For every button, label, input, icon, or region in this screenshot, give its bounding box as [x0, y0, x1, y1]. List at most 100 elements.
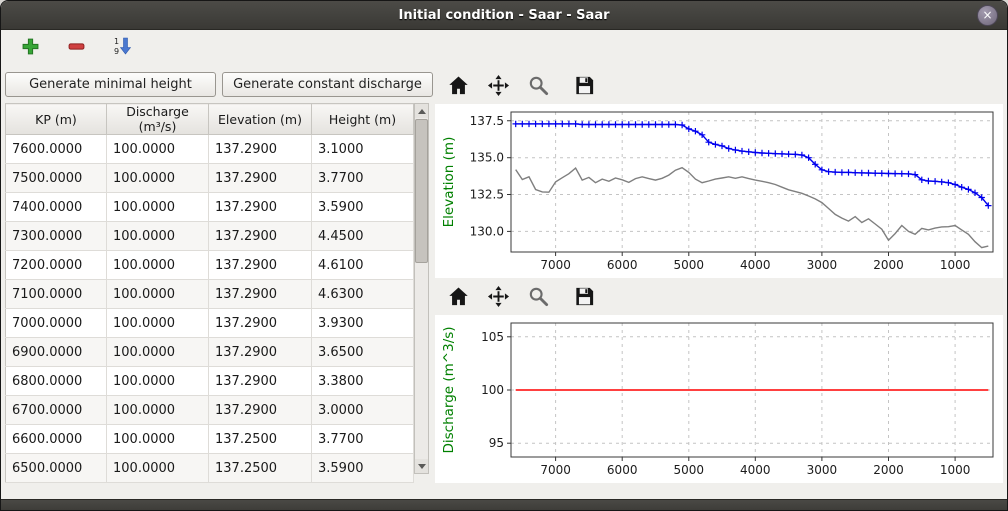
table-cell[interactable]: 6900.0000	[6, 338, 107, 367]
title-bar[interactable]: Initial condition - Saar - Saar ×	[1, 1, 1007, 30]
table-cell[interactable]: 137.2500	[209, 425, 312, 454]
table-cell[interactable]: 100.0000	[107, 164, 209, 193]
table-row[interactable]: 7200.0000100.0000137.29004.6100	[6, 251, 414, 280]
svg-text:6000: 6000	[607, 258, 638, 272]
table-cell[interactable]: 4.6300	[312, 280, 414, 309]
column-header[interactable]: Elevation (m)	[209, 104, 312, 135]
zoom-icon	[527, 74, 550, 101]
main-toolbar: 1 9	[1, 30, 1007, 66]
table-cell[interactable]: 100.0000	[107, 193, 209, 222]
table-cell[interactable]: 100.0000	[107, 222, 209, 251]
table-cell[interactable]: 137.2900	[209, 396, 312, 425]
table-cell[interactable]: 3.5900	[312, 454, 414, 483]
plus-icon	[22, 38, 39, 59]
table-cell[interactable]: 100.0000	[107, 367, 209, 396]
table-cell[interactable]: 7100.0000	[6, 280, 107, 309]
table-cell[interactable]: 137.2900	[209, 367, 312, 396]
table-cell[interactable]: 137.2900	[209, 222, 312, 251]
table-row[interactable]: 6800.0000100.0000137.29003.3800	[6, 367, 414, 396]
table-row[interactable]: 7400.0000100.0000137.29003.5900	[6, 193, 414, 222]
generate-constant-discharge-button[interactable]: Generate constant discharge	[222, 72, 433, 97]
table-cell[interactable]: 137.2900	[209, 193, 312, 222]
table-cell[interactable]: 3.9300	[312, 309, 414, 338]
table-cell[interactable]: 137.2900	[209, 251, 312, 280]
table-row[interactable]: 6900.0000100.0000137.29003.6500	[6, 338, 414, 367]
window: Initial condition - Saar - Saar × 1 9	[0, 0, 1008, 511]
column-header[interactable]: Height (m)	[312, 104, 414, 135]
home-button[interactable]	[445, 74, 471, 100]
pan-button[interactable]	[485, 285, 511, 311]
table-row[interactable]: 7300.0000100.0000137.29004.4500	[6, 222, 414, 251]
zoom-icon	[527, 285, 550, 312]
table-body: 7600.0000100.0000137.29003.10007500.0000…	[6, 135, 414, 483]
table-cell[interactable]: 137.2900	[209, 309, 312, 338]
zoom-button[interactable]	[525, 74, 551, 100]
table-row[interactable]: 7500.0000100.0000137.29003.7700	[6, 164, 414, 193]
table-cell[interactable]: 6700.0000	[6, 396, 107, 425]
table-row[interactable]: 7100.0000100.0000137.29004.6300	[6, 280, 414, 309]
table-cell[interactable]: 137.2500	[209, 454, 312, 483]
svg-text:130.0: 130.0	[470, 224, 504, 238]
table-cell[interactable]: 137.2900	[209, 135, 312, 164]
scrollbar-thumb[interactable]	[415, 119, 428, 263]
svg-text:7000: 7000	[540, 258, 571, 272]
table-cell[interactable]: 100.0000	[107, 338, 209, 367]
table-cell[interactable]: 100.0000	[107, 280, 209, 309]
table-cell[interactable]: 6500.0000	[6, 454, 107, 483]
column-header[interactable]: Discharge (m³/s)	[107, 104, 209, 135]
table-cell[interactable]: 137.2900	[209, 164, 312, 193]
table-cell[interactable]: 7300.0000	[6, 222, 107, 251]
table-cell[interactable]: 100.0000	[107, 251, 209, 280]
svg-text:7000: 7000	[540, 463, 571, 477]
table-cell[interactable]: 3.7700	[312, 164, 414, 193]
elevation-chart[interactable]: 7000600050004000300020001000137.5135.013…	[435, 104, 1003, 278]
table-cell[interactable]: 3.1000	[312, 135, 414, 164]
table-row[interactable]: 6500.0000100.0000137.25003.5900	[6, 454, 414, 483]
table-row[interactable]: 7600.0000100.0000137.29003.1000	[6, 135, 414, 164]
discharge-chart[interactable]: 700060005000400030002000100010510095Disc…	[435, 315, 1003, 483]
table-cell[interactable]: 7600.0000	[6, 135, 107, 164]
column-header[interactable]: KP (m)	[6, 104, 107, 135]
table-cell[interactable]: 100.0000	[107, 135, 209, 164]
remove-row-button[interactable]	[61, 33, 91, 63]
generate-minimal-height-button[interactable]: Generate minimal height	[5, 72, 216, 97]
svg-text:6000: 6000	[607, 463, 638, 477]
add-row-button[interactable]	[15, 33, 45, 63]
table-cell[interactable]: 4.6100	[312, 251, 414, 280]
table-row[interactable]: 6700.0000100.0000137.29003.0000	[6, 396, 414, 425]
table-cell[interactable]: 7400.0000	[6, 193, 107, 222]
left-panel: Generate minimal height Generate constan…	[1, 66, 435, 499]
table-cell[interactable]: 3.5900	[312, 193, 414, 222]
save-button[interactable]	[571, 285, 597, 311]
home-button[interactable]	[445, 285, 471, 311]
table-row[interactable]: 7000.0000100.0000137.29003.9300	[6, 309, 414, 338]
scroll-up-button[interactable]	[415, 104, 428, 118]
table-cell[interactable]: 7000.0000	[6, 309, 107, 338]
scroll-down-button[interactable]	[415, 459, 428, 473]
home-icon	[447, 285, 470, 312]
table-cell[interactable]: 6800.0000	[6, 367, 107, 396]
table-cell[interactable]: 100.0000	[107, 425, 209, 454]
table-cell[interactable]: 3.7700	[312, 425, 414, 454]
table-cell[interactable]: 7200.0000	[6, 251, 107, 280]
close-button[interactable]: ×	[977, 5, 998, 26]
table-cell[interactable]: 137.2900	[209, 280, 312, 309]
zoom-button[interactable]	[525, 285, 551, 311]
pan-button[interactable]	[485, 74, 511, 100]
table-cell[interactable]: 100.0000	[107, 454, 209, 483]
save-button[interactable]	[571, 74, 597, 100]
table-cell[interactable]: 100.0000	[107, 309, 209, 338]
table-row[interactable]: 6600.0000100.0000137.25003.7700	[6, 425, 414, 454]
table-cell[interactable]: 137.2900	[209, 338, 312, 367]
sort-button[interactable]: 1 9	[107, 33, 137, 63]
table-cell[interactable]: 3.6500	[312, 338, 414, 367]
table-scrollbar[interactable]	[414, 103, 429, 474]
table-cell[interactable]: 3.0000	[312, 396, 414, 425]
table-cell[interactable]: 4.4500	[312, 222, 414, 251]
table-cell[interactable]: 100.0000	[107, 396, 209, 425]
arrow-up-icon	[418, 109, 426, 114]
table-cell[interactable]: 6600.0000	[6, 425, 107, 454]
table-cell[interactable]: 3.3800	[312, 367, 414, 396]
svg-text:4000: 4000	[740, 258, 771, 272]
table-cell[interactable]: 7500.0000	[6, 164, 107, 193]
